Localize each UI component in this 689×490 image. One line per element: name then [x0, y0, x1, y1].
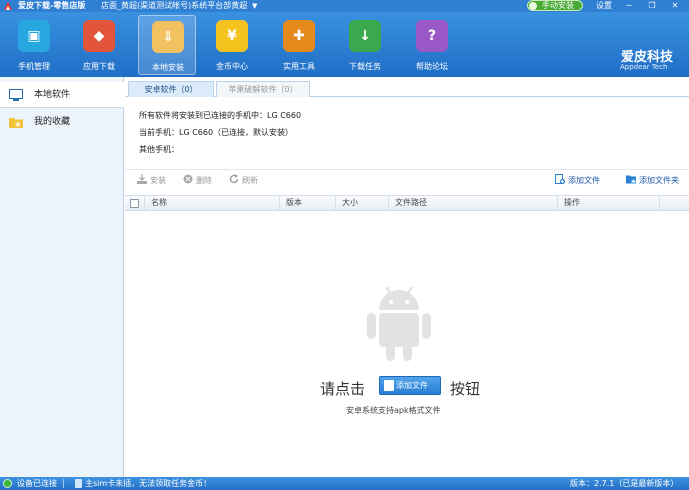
- empty-add-file-button[interactable]: 添加文件: [379, 376, 441, 395]
- sidebar-item-label: 本地软件: [34, 90, 71, 100]
- action-bar: 安装 删除 刷新 添加文件 添加文件夹: [125, 169, 689, 191]
- table-header: 名称 版本 大小 文件路径 操作: [125, 195, 689, 211]
- current-phone-text: 当前手机：LG C660（已连接，默认安装）: [139, 128, 294, 137]
- nav-help-forum[interactable]: ? 帮助论坛: [403, 15, 461, 75]
- title-bar: 爱皮下载-零售店版 店面_黄超(渠道测试帐号)系统平台部黄超 ▼ 手动安装 设置…: [0, 0, 689, 12]
- tab-android-software[interactable]: 安卓软件（0）: [128, 81, 214, 97]
- column-header-action[interactable]: 操作: [557, 196, 659, 211]
- empty-add-file-label: 添加文件: [396, 381, 428, 390]
- manual-install-toggle[interactable]: 手动安装: [527, 0, 583, 11]
- status-divider: [63, 479, 64, 488]
- column-header-spacer: [659, 196, 689, 211]
- nav-label: 金币中心: [216, 62, 248, 71]
- status-bar: 设备已连接 主sim卡未插，无法领取任务金币！ 版本：2.7.1（已是最新版本）: [0, 477, 689, 490]
- nav-label: 帮助论坛: [416, 62, 448, 71]
- nav-label: 实用工具: [283, 62, 315, 71]
- empty-hint-after: 按钮: [450, 380, 481, 398]
- add-folder-icon: [626, 175, 636, 184]
- phone-manage-icon: ▣: [18, 20, 50, 52]
- tab-apple-software[interactable]: 苹果破解软件（0）: [216, 81, 310, 97]
- local-software-icon: [9, 89, 23, 101]
- other-phones-text: 其他手机：: [139, 145, 179, 154]
- app-download-icon: ◆: [83, 20, 115, 52]
- app-title: 爱皮下载-零售店版: [18, 1, 86, 10]
- android-icon: [367, 286, 431, 361]
- column-header-version[interactable]: 版本: [279, 196, 335, 211]
- nav-app-download[interactable]: ◆ 应用下载: [70, 15, 128, 75]
- main-toolbar: ▣ 手机管理 ◆ 应用下载 ⇓ 本地安装 ¥ 金币中心 ✚ 实用工具 ↓ 下载任…: [0, 12, 689, 77]
- apk-format-note: 安卓系统支持apk格式文件: [346, 406, 441, 415]
- nav-label: 应用下载: [83, 62, 115, 71]
- sidebar-item-label: 我的收藏: [34, 117, 71, 127]
- add-file-button[interactable]: 添加文件: [555, 174, 600, 188]
- delete-button[interactable]: 删除: [183, 174, 212, 188]
- sim-warning-text: 主sim卡未插，无法领取任务金币！: [85, 479, 212, 488]
- delete-icon: [183, 174, 193, 184]
- main-panel: 安卓软件（0） 苹果破解软件（0） 所有软件将安装到已连接的手机中：LG C66…: [125, 77, 689, 477]
- local-install-icon: ⇓: [152, 21, 184, 53]
- install-icon: [137, 174, 147, 184]
- refresh-icon: [229, 174, 239, 184]
- column-header-size[interactable]: 大小: [335, 196, 388, 211]
- column-header-name[interactable]: 名称: [144, 196, 279, 211]
- refresh-button[interactable]: 刷新: [229, 174, 258, 188]
- shop-account[interactable]: 店面_黄超(渠道测试帐号)系统平台部黄超: [101, 0, 247, 12]
- nav-label: 本地安装: [152, 63, 184, 72]
- nav-tools[interactable]: ✚ 实用工具: [270, 15, 328, 75]
- sim-card-icon: [75, 479, 82, 488]
- restore-button[interactable]: ❐: [642, 0, 662, 12]
- nav-local-install[interactable]: ⇓ 本地安装: [138, 15, 196, 75]
- brand-subtitle: Appdear Tech: [620, 63, 668, 71]
- sidebar-item-favorites[interactable]: 我的收藏: [0, 109, 124, 135]
- column-header-path[interactable]: 文件路径: [388, 196, 557, 211]
- select-all-checkbox[interactable]: [130, 199, 139, 208]
- tab-bar: 安卓软件（0） 苹果破解软件（0）: [125, 77, 689, 97]
- sidebar-item-local-software[interactable]: 本地软件: [0, 82, 124, 108]
- toggle-knob: [529, 2, 537, 10]
- sidebar: 本地软件 我的收藏: [0, 77, 124, 477]
- version-text: 版本：2.7.1（已是最新版本）: [570, 479, 679, 488]
- nav-phone-manage[interactable]: ▣ 手机管理: [5, 15, 63, 75]
- nav-label: 下载任务: [349, 62, 381, 71]
- favorites-folder-icon: [9, 118, 23, 128]
- nav-label: 手机管理: [18, 62, 50, 71]
- file-icon: [384, 380, 394, 391]
- manual-install-label: 手动安装: [542, 1, 574, 10]
- app-logo-icon: [4, 2, 12, 10]
- close-button[interactable]: ✕: [665, 0, 685, 12]
- device-connected-text: 设备已连接: [17, 479, 57, 488]
- download-task-icon: ↓: [349, 20, 381, 52]
- connected-status-icon: [3, 479, 12, 488]
- minimize-button[interactable]: ─: [619, 0, 639, 12]
- tools-icon: ✚: [283, 20, 315, 52]
- install-target-text: 所有软件将安装到已连接的手机中：LG C660: [139, 111, 302, 120]
- nav-download-task[interactable]: ↓ 下载任务: [336, 15, 394, 75]
- nav-coin-center[interactable]: ¥ 金币中心: [203, 15, 261, 75]
- add-folder-button[interactable]: 添加文件夹: [626, 174, 679, 188]
- install-button[interactable]: 安装: [137, 174, 166, 188]
- settings-button[interactable]: 设置: [596, 0, 612, 12]
- add-file-icon: [555, 174, 565, 184]
- help-forum-icon: ?: [416, 20, 448, 52]
- empty-hint-before: 请点击: [320, 380, 366, 398]
- coin-center-icon: ¥: [216, 20, 248, 52]
- chevron-down-icon[interactable]: ▼: [252, 0, 257, 12]
